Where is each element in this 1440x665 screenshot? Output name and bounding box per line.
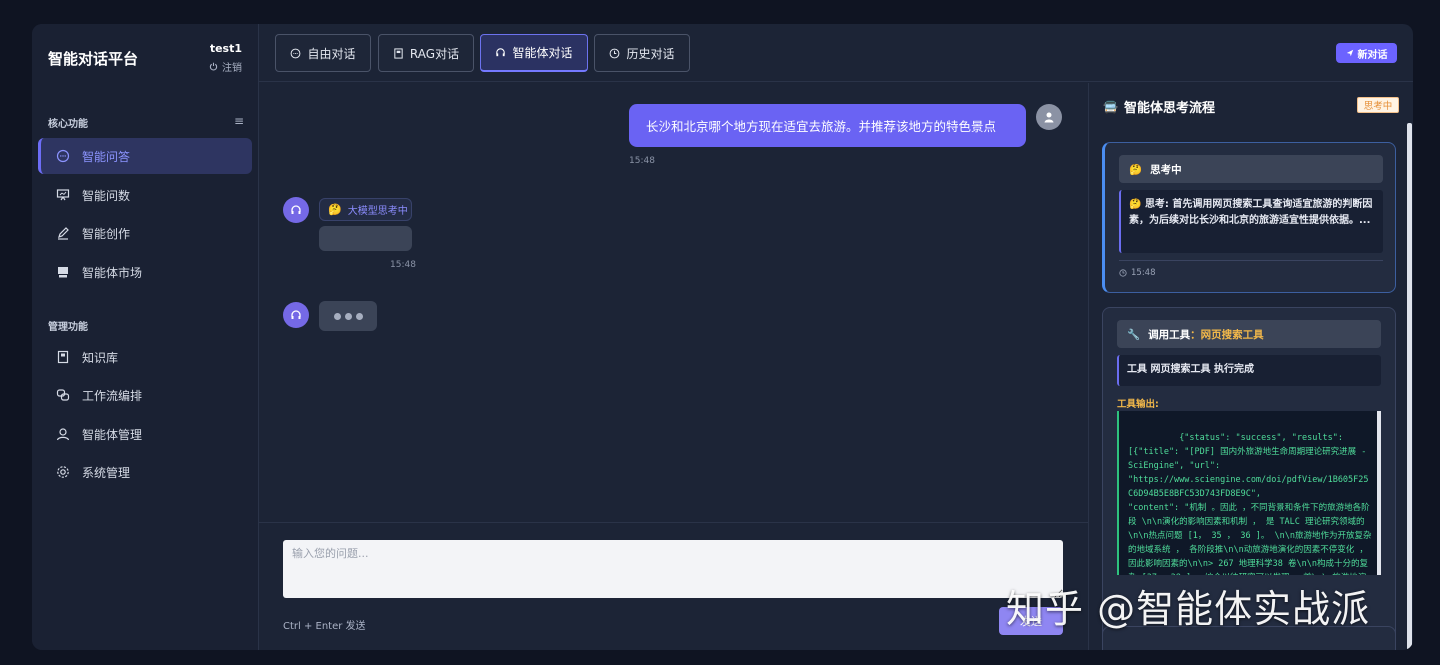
sidebar-item-agent-market[interactable]: 智能体市场 [38,254,252,290]
wrench-icon: 🔧 [1127,328,1141,341]
tab-bar: 自由对话 RAG对话 智能体对话 历史对话 新对话 [259,24,1413,82]
chart-board-icon [56,188,70,202]
thinking-face-icon: 🤔 [1129,163,1143,176]
tab-agent-chat[interactable]: 智能体对话 [480,34,588,72]
agent-thinking-panel: 🚍 智能体思考流程 思考中 🤔 思考中 🤔 思考: 首先调用网页搜索工具查询适宜… [1088,83,1412,650]
bot-message-time: 15:48 [390,260,416,270]
thinking-card-header: 🤔 思考中 [1119,155,1383,183]
send-icon [1346,49,1353,57]
logout-button[interactable]: 注销 [209,59,242,74]
sidebar-item-label: 智能问答 [82,149,131,164]
new-chat-label: 新对话 [1357,49,1388,61]
core-section-title: 核心功能 [48,119,88,130]
menu-icon[interactable]: ≡ [234,114,244,128]
user-message-bubble: 长沙和北京哪个地方现在适宜去旅游。并推荐该地方的特色景点 [629,104,1026,147]
status-badge: 思考中 [1357,97,1399,113]
code-scrollbar[interactable] [1377,411,1381,575]
headset-icon [291,205,301,214]
sidebar-item-label: 智能问数 [82,188,131,203]
thinking-card-title: 思考中 [1150,163,1182,176]
headset-icon [291,310,301,319]
sidebar-item-knowledge[interactable]: 知识库 [38,339,252,375]
sidebar-item-label: 智能体市场 [82,265,143,280]
robot-icon: 🚍 [1103,99,1118,114]
time-text: 15:48 [1131,268,1156,278]
user-avatar [1036,104,1062,130]
sidebar-item-label: 系统管理 [82,465,131,480]
tab-label: 自由对话 [307,46,356,61]
thinking-card-text: 思考: 首先调用网页搜索工具查询适宜旅游的判断因素，为后续对比长沙和北京的旅游适… [1129,199,1373,226]
user-icon [56,427,70,441]
sidebar-item-label: 知识库 [82,350,119,365]
sidebar-item-smart-create[interactable]: 智能创作 [38,215,252,251]
manage-section-title: 管理功能 [48,322,88,333]
watermark: 知乎 @智能体实战派 [1006,587,1371,631]
book-icon [394,47,403,59]
user-box: test1 注销 [209,42,242,74]
thinking-chip: 🤔 大模型思考中 [319,198,412,221]
clock-icon [610,48,620,58]
typing-indicator [319,301,377,331]
tool-name: ：网页搜索工具 [1190,328,1264,341]
tool-card-header: 🔧 调用工具：网页搜索工具 [1117,320,1381,348]
clock-icon [1119,269,1127,277]
sidebar-item-agent-manage[interactable]: 智能体管理 [38,416,252,452]
user-message-time: 15:48 [629,156,655,166]
chat-icon [56,149,70,163]
input-area: Ctrl + Enter 发送 发送 [259,522,1088,650]
user-name: test1 [209,42,242,55]
thinking-card-time: 15:48 [1119,268,1156,278]
panel-title-text: 智能体思考流程 [1123,101,1215,116]
app-window: 智能对话平台 test1 注销 核心功能 ≡ 智能问答 智能问数 智能创作 智能… [32,24,1413,650]
chat-area: 长沙和北京哪个地方现在适宜去旅游。并推荐该地方的特色景点 15:48 🤔 大模型… [259,83,1088,650]
thinking-card: 🤔 思考中 🤔 思考: 首先调用网页搜索工具查询适宜旅游的判断因素，为后续对比长… [1102,142,1396,293]
sidebar-item-label: 智能体管理 [82,427,143,442]
tab-label: RAG对话 [409,46,460,61]
bot-message-bubble [319,226,412,251]
tool-card-body: 工具 网页搜索工具 执行完成 [1117,355,1381,386]
book-icon [56,350,70,364]
tool-card-title: 调用工具：网页搜索工具 [1148,328,1264,341]
brand-title: 智能对话平台 [48,50,139,68]
divider [1119,260,1383,261]
tab-label: 历史对话 [626,46,675,61]
thinking-card-body: 🤔 思考: 首先调用网页搜索工具查询适宜旅游的判断因素，为后续对比长沙和北京的旅… [1119,190,1383,253]
sidebar-item-label: 工作流编排 [82,388,143,403]
gear-icon [56,465,70,479]
sidebar-item-workflow[interactable]: 工作流编排 [38,377,252,413]
pen-icon [56,226,70,240]
panel-scrollbar[interactable] [1407,123,1412,650]
user-icon [1044,112,1054,123]
tool-output-code[interactable]: {"status": "success", "results": [{"titl… [1117,411,1381,575]
sidebar-item-label: 智能创作 [82,226,131,241]
tab-rag-chat[interactable]: RAG对话 [378,34,474,72]
tool-output-text: {"status": "success", "results": [{"titl… [1128,433,1372,575]
new-chat-button[interactable]: 新对话 [1336,43,1397,63]
thinking-chip-label: 大模型思考中 [347,206,408,217]
sidebar: 智能对话平台 test1 注销 核心功能 ≡ 智能问答 智能问数 智能创作 智能… [32,24,259,650]
sidebar-item-smart-qa[interactable]: 智能问答 [38,138,252,174]
bot-avatar-typing [283,302,309,328]
tool-output-label: 工具输出: [1117,399,1159,410]
link-icon [56,388,70,402]
panel-title: 🚍 智能体思考流程 [1103,97,1215,117]
thinking-face-icon: 🤔 [328,203,342,216]
chat-icon [291,48,301,58]
bot-avatar [283,197,309,223]
sidebar-item-system[interactable]: 系统管理 [38,454,252,490]
sidebar-item-smart-data[interactable]: 智能问数 [38,177,252,213]
logout-label: 注销 [222,63,242,74]
message-input[interactable] [283,540,1063,598]
power-icon [209,62,218,71]
store-icon [56,265,70,279]
headset-icon [496,48,506,57]
thinking-face-icon: 🤔 [1129,199,1142,210]
send-hint: Ctrl + Enter 发送 [283,621,366,632]
main-area: 自由对话 RAG对话 智能体对话 历史对话 新对话 长沙和北京哪个地方现在适宜去… [259,24,1413,650]
tab-history-chat[interactable]: 历史对话 [594,34,690,72]
tab-label: 智能体对话 [512,46,573,60]
tab-free-chat[interactable]: 自由对话 [275,34,371,72]
